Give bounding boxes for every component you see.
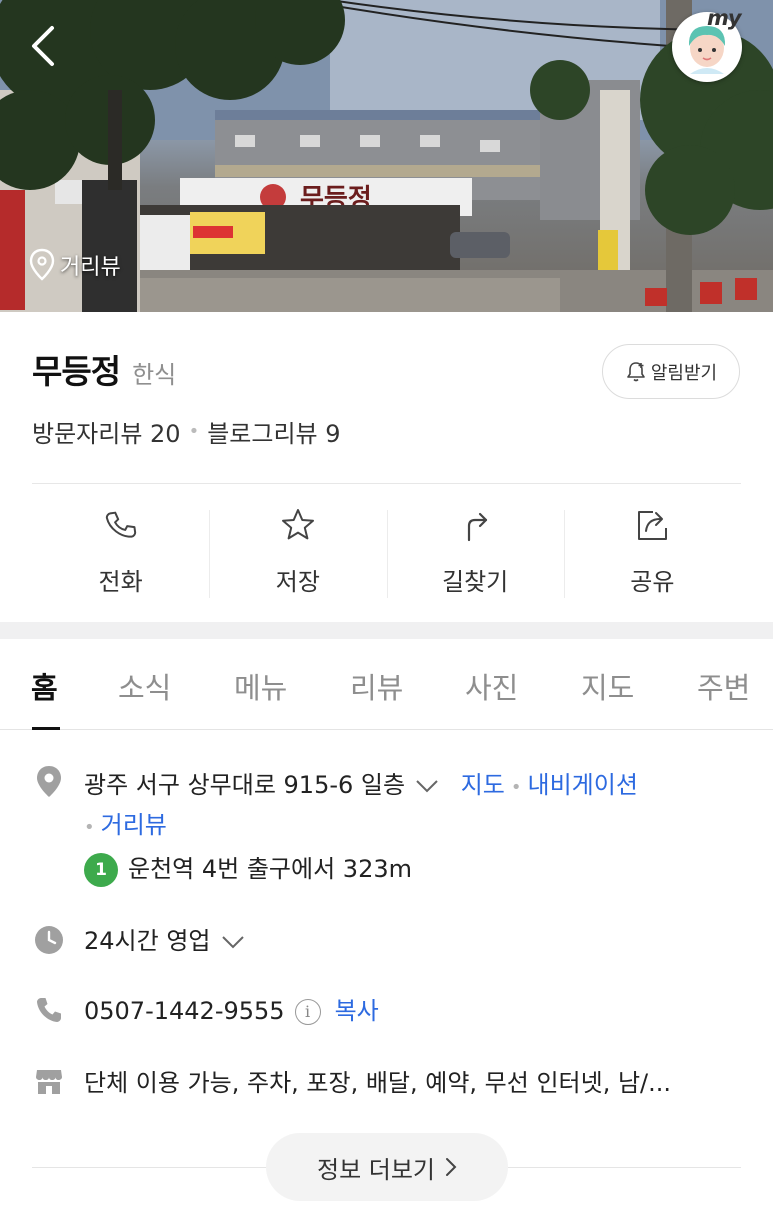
tab-photos[interactable]: 사진 [465, 665, 518, 707]
tab-bar: 홈 소식 메뉴 리뷰 사진 지도 주변 [0, 639, 773, 730]
share-label: 공유 [630, 568, 675, 596]
call-button[interactable]: 전화 [32, 506, 209, 600]
tab-menu[interactable]: 메뉴 [234, 665, 287, 707]
notify-button[interactable]: 알림받기 [602, 344, 740, 399]
hours-text: 24시간 영업 [84, 927, 211, 955]
separator-dot: • [510, 777, 522, 798]
bell-plus-icon [627, 361, 645, 381]
location-pin-icon [37, 766, 61, 797]
subway-row: 1 운천역 4번 출구에서 323m [84, 849, 412, 887]
active-tab-indicator [32, 727, 60, 730]
street-view-tag[interactable]: 거리뷰 [28, 248, 121, 282]
address-text: 광주 서구 상무대로 915-6 일층 [84, 771, 406, 799]
separator-dot: • [188, 421, 200, 442]
phone-icon [37, 998, 61, 1022]
subway-line-badge: 1 [84, 853, 118, 887]
more-info-label: 정보 더보기 [316, 1155, 436, 1184]
place-title-row: 무등정 한식 [32, 345, 176, 393]
store-icon [36, 1070, 62, 1094]
subway-directions-text: 운천역 4번 출구에서 323m [128, 855, 412, 883]
street-view-label: 거리뷰 [60, 255, 121, 280]
tab-home[interactable]: 홈 [31, 665, 58, 707]
street-view-photo[interactable]: 무등정 my 거리뷰 [0, 0, 773, 312]
directions-button[interactable]: 길찾기 [386, 506, 564, 600]
save-label: 저장 [275, 568, 320, 596]
visitor-reviews-link[interactable]: 방문자리뷰 20 [32, 414, 181, 449]
blog-reviews-link[interactable]: 블로그리뷰 9 [207, 414, 340, 449]
save-button[interactable]: 저장 [209, 506, 386, 600]
directions-icon [468, 512, 488, 542]
notify-label: 알림받기 [650, 362, 718, 384]
street-view-link[interactable]: 거리뷰 [101, 811, 167, 839]
my-label: my [707, 6, 742, 30]
phone-row: 0507-1442-9555 i 복사 [84, 991, 379, 1026]
phone-icon [105, 511, 136, 538]
address-row-2: • 거리뷰 [84, 805, 167, 840]
navigation-link[interactable]: 내비게이션 [528, 771, 638, 799]
separator-dot: • [84, 817, 95, 838]
more-info-button[interactable]: 정보 더보기 [266, 1133, 508, 1201]
phone-number[interactable]: 0507-1442-9555 [84, 997, 285, 1025]
tab-nearby[interactable]: 주변 [697, 665, 750, 707]
share-icon [638, 511, 668, 540]
call-label: 전화 [98, 568, 143, 596]
amenities-text: 단체 이용 가능, 주차, 포장, 배달, 예약, 무선 인터넷, 남/... [84, 1069, 672, 1097]
chevron-down-icon[interactable] [415, 779, 439, 793]
place-name: 무등정 [32, 352, 121, 391]
map-link[interactable]: 지도 [461, 771, 505, 799]
divider [32, 483, 741, 484]
section-gap [0, 622, 773, 639]
hours-row[interactable]: 24시간 영업 [84, 921, 245, 956]
place-category: 한식 [132, 361, 177, 389]
star-icon [281, 509, 314, 540]
info-icon[interactable]: i [294, 999, 321, 1025]
back-button[interactable] [26, 22, 66, 70]
address-row: 광주 서구 상무대로 915-6 일층 지도 • 내비게이션 [84, 765, 638, 800]
copy-phone-link[interactable]: 복사 [335, 997, 379, 1025]
amenities-row[interactable]: 단체 이용 가능, 주차, 포장, 배달, 예약, 무선 인터넷, 남/... [84, 1063, 671, 1098]
review-counts: 방문자리뷰 20 • 블로그리뷰 9 [32, 414, 341, 449]
chevron-right-icon [446, 1158, 457, 1176]
tab-map[interactable]: 지도 [581, 665, 634, 707]
action-bar: 전화 저장 길찾기 공유 [32, 506, 741, 600]
chevron-left-icon [32, 26, 54, 66]
share-button[interactable]: 공유 [563, 506, 741, 600]
chevron-down-icon[interactable] [221, 935, 245, 949]
tab-reviews[interactable]: 리뷰 [350, 665, 403, 707]
location-pin-icon [29, 248, 55, 281]
tab-news[interactable]: 소식 [118, 665, 171, 707]
clock-icon [35, 926, 63, 954]
directions-label: 길찾기 [442, 568, 509, 596]
